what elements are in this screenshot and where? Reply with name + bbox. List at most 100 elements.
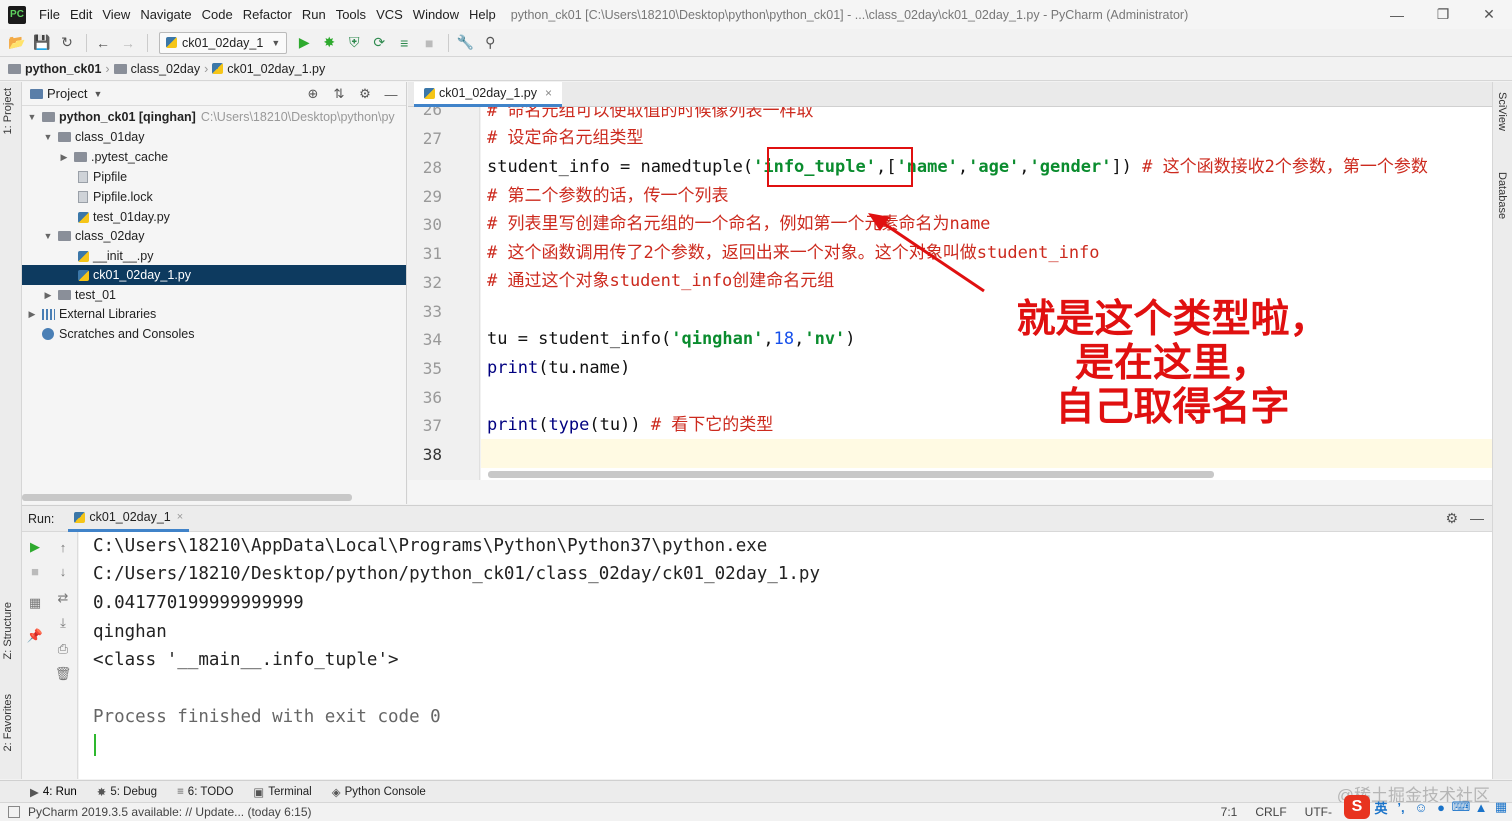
tool-window-run[interactable]: ▶ 4: Run — [30, 785, 77, 799]
menu-vcs[interactable]: VCS — [371, 7, 408, 22]
menu-view[interactable]: View — [97, 7, 135, 22]
expanded-arrow-icon[interactable]: ▼ — [26, 112, 38, 122]
menu-window[interactable]: Window — [408, 7, 464, 22]
breadcrumb-file[interactable]: ck01_02day_1.py — [227, 62, 325, 76]
gear-icon[interactable]: ⚙ — [1445, 510, 1458, 527]
back-icon[interactable]: ← — [92, 32, 114, 54]
tree-item-ck01-02day-1[interactable]: ck01_02day_1.py — [22, 265, 406, 285]
search-icon[interactable]: ⚲ — [479, 32, 501, 54]
expanded-arrow-icon[interactable]: ▼ — [42, 132, 54, 142]
forward-icon[interactable]: → — [117, 32, 139, 54]
skin-icon[interactable]: ▲ — [1472, 797, 1490, 817]
editor-tab-ck01-02day-1[interactable]: ck01_02day_1.py × — [414, 82, 563, 107]
collapsed-arrow-icon[interactable]: ▶ — [58, 152, 70, 163]
tree-item-init[interactable]: __init__.py — [22, 246, 406, 266]
tree-item-external-libraries[interactable]: ▶ External Libraries — [22, 304, 406, 324]
print-icon[interactable]: ⎙ — [54, 640, 72, 658]
save-icon[interactable]: 💾 — [31, 32, 53, 54]
tree-item-test-01[interactable]: ▶ test_01 — [22, 285, 406, 305]
tool-tab-favorites[interactable]: 2: Favorites — [2, 694, 14, 751]
close-icon[interactable]: ✕ — [1466, 0, 1512, 29]
close-tab-icon[interactable]: × — [545, 86, 552, 100]
tool-tab-database[interactable]: Database — [1496, 172, 1508, 219]
menu-edit[interactable]: Edit — [65, 7, 97, 22]
scroll-to-end-icon[interactable]: ⤓ — [54, 614, 72, 632]
line-separator[interactable]: CRLF — [1255, 805, 1286, 819]
run-console-output[interactable]: C:\Users\18210\AppData\Local\Programs\Py… — [79, 532, 1492, 779]
event-log-icon[interactable] — [8, 806, 20, 818]
menu-help[interactable]: Help — [464, 7, 501, 22]
menu-refactor[interactable]: Refactor — [238, 7, 297, 22]
open-folder-icon[interactable]: 📂 — [6, 32, 28, 54]
tree-item-pytest-cache[interactable]: ▶ .pytest_cache — [22, 147, 406, 167]
caret-position[interactable]: 7:1 — [1221, 805, 1238, 819]
punctuation-icon[interactable]: ’, — [1392, 797, 1410, 817]
tool-window-python-console[interactable]: ◈ Python Console — [332, 785, 426, 799]
pin-icon[interactable]: 📌 — [26, 627, 44, 645]
hide-panel-icon[interactable]: — — [1470, 510, 1484, 527]
editor-horizontal-scrollbar[interactable] — [488, 471, 1214, 478]
run-configuration-select[interactable]: ck01_02day_1 ▼ — [159, 31, 288, 54]
trash-icon[interactable]: 🗑 — [54, 665, 72, 683]
coverage-icon[interactable]: ⛨ — [343, 32, 365, 54]
keyboard-icon[interactable]: ⌨ — [1452, 797, 1471, 817]
console-line: qinghan — [93, 622, 167, 642]
tool-tab-structure[interactable]: Z: Structure — [2, 602, 14, 659]
status-message[interactable]: PyCharm 2019.3.5 available: // Update...… — [28, 805, 312, 819]
tree-item-pipfile[interactable]: Pipfile — [22, 167, 406, 187]
tool-window-terminal[interactable]: ▣ Terminal — [253, 785, 311, 799]
minimize-icon[interactable]: — — [1374, 0, 1420, 29]
collapsed-arrow-icon[interactable]: ▶ — [42, 290, 54, 301]
expanded-arrow-icon[interactable]: ▼ — [42, 231, 54, 241]
run-tab-ck01-02day-1[interactable]: ck01_02day_1 × — [68, 506, 190, 532]
menu-tools[interactable]: Tools — [331, 7, 371, 22]
scroll-down-icon[interactable]: ↓ — [54, 562, 72, 580]
tree-item-scratches[interactable]: Scratches and Consoles — [22, 324, 406, 344]
code-line-34: tu = student_info('qinghan',18,'nv') — [487, 325, 856, 354]
stop-icon[interactable]: ■ — [26, 562, 44, 580]
tree-item-test-01day[interactable]: test_01day.py — [22, 207, 406, 227]
breadcrumb-project[interactable]: python_ck01 — [25, 62, 101, 76]
rerun-icon[interactable]: ▶ — [26, 538, 44, 556]
emoji-icon[interactable]: ☺ — [1412, 797, 1430, 817]
tree-item-class-01day[interactable]: ▼ class_01day — [22, 127, 406, 147]
run-icon[interactable]: ▶ — [293, 32, 315, 54]
breadcrumb-folder[interactable]: class_02day — [131, 62, 201, 76]
layout-icon[interactable]: ▦ — [26, 594, 44, 612]
settings-wrench-icon[interactable]: 🔧 — [454, 32, 476, 54]
concurrency-icon[interactable]: ≡ — [393, 32, 415, 54]
tool-window-todo[interactable]: ≡ 6: TODO — [177, 786, 233, 798]
project-horizontal-scrollbar[interactable] — [22, 494, 352, 501]
soft-wrap-icon[interactable]: ⇄ — [54, 589, 72, 607]
tree-item-class-02day[interactable]: ▼ class_02day — [22, 226, 406, 246]
maximize-icon[interactable]: ❐ — [1420, 0, 1466, 29]
locate-file-icon[interactable]: ⊕ — [304, 85, 322, 103]
menu-file[interactable]: File — [34, 7, 65, 22]
hide-panel-icon[interactable]: — — [382, 85, 400, 103]
toolbox-icon[interactable]: ▦ — [1492, 797, 1510, 817]
tree-item-pipfile-lock[interactable]: Pipfile.lock — [22, 187, 406, 207]
tool-tab-project[interactable]: 1: Project — [2, 88, 14, 134]
collapsed-arrow-icon[interactable]: ▶ — [26, 309, 38, 320]
close-tab-icon[interactable]: × — [177, 511, 183, 523]
tool-window-debug[interactable]: ✸ 5: Debug — [97, 785, 157, 799]
profile-icon[interactable]: ⟳ — [368, 32, 390, 54]
chevron-down-icon[interactable]: ▼ — [93, 89, 102, 99]
annotation-line: 是在这里， — [1074, 340, 1270, 386]
file-encoding[interactable]: UTF- — [1305, 805, 1332, 819]
debug-icon[interactable]: ✸ — [318, 32, 340, 54]
collapse-all-icon[interactable]: ⇅ — [330, 85, 348, 103]
sync-icon[interactable]: ↻ — [56, 32, 78, 54]
tool-tab-sciview[interactable]: SciView — [1496, 92, 1508, 131]
sogou-ime-icon[interactable]: S — [1344, 795, 1370, 819]
stop-icon[interactable]: ■ — [418, 32, 440, 54]
menu-navigate[interactable]: Navigate — [135, 7, 196, 22]
scroll-up-icon[interactable]: ↑ — [54, 538, 72, 556]
project-view-title[interactable]: Project — [47, 86, 87, 101]
menu-code[interactable]: Code — [197, 7, 238, 22]
gear-icon[interactable]: ⚙ — [356, 85, 374, 103]
menu-run[interactable]: Run — [297, 7, 331, 22]
tree-item-project-root[interactable]: ▼ python_ck01 [qinghan] C:\Users\18210\D… — [22, 107, 406, 127]
microphone-icon[interactable]: ● — [1432, 797, 1450, 817]
ime-language-toggle[interactable]: 英 — [1372, 797, 1390, 817]
